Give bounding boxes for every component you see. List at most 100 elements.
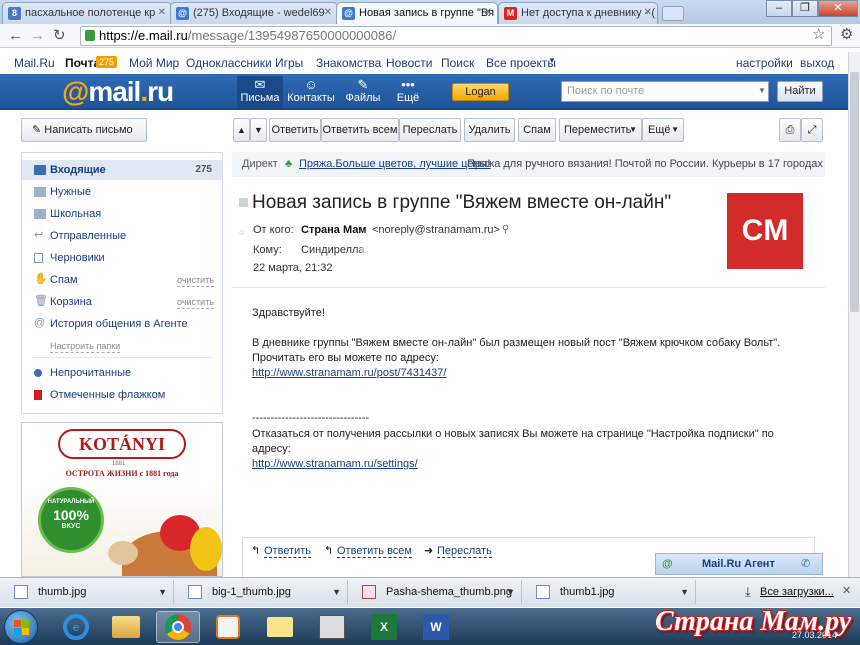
minimize-button[interactable]: – — [766, 0, 792, 17]
close-tab-icon[interactable]: ✕ — [644, 7, 652, 18]
topnav-dating[interactable]: Знакомства — [316, 56, 381, 70]
bookmark-star-icon[interactable]: ☆ — [812, 27, 825, 43]
chevron-down-icon[interactable]: ▼ — [332, 580, 341, 604]
next-message-button[interactable]: ▼ — [250, 118, 267, 142]
browser-tab-3-active[interactable]: @ Новая запись в группе "Вя ✕ — [336, 2, 498, 25]
kotanyi-logo: KOTÁNYI — [58, 429, 186, 459]
clean-trash-link[interactable]: очистить — [177, 296, 214, 309]
nav-contacts[interactable]: ☺ Контакты — [286, 78, 336, 105]
chrome-taskbar-icon[interactable] — [156, 611, 200, 643]
close-tab-icon[interactable]: ✕ — [324, 7, 332, 18]
reload-icon[interactable]: ↻ — [53, 28, 66, 43]
direct-link[interactable]: Пряжа.Больше цветов, лучшие цены! — [299, 152, 491, 177]
forward-icon[interactable]: → — [30, 28, 45, 43]
spam-button[interactable]: Спам — [518, 118, 556, 142]
read-status-icon[interactable]: ○ — [239, 227, 244, 237]
folder-needed[interactable]: Нужные — [22, 182, 222, 202]
folder-sent[interactable]: ↩ Отправленные — [22, 226, 222, 246]
more-actions-button[interactable]: Ещё ▼ — [642, 118, 684, 142]
filter-unread[interactable]: Непрочитанные — [22, 363, 222, 383]
find-button[interactable]: Найти — [777, 81, 823, 102]
topnav-mailru[interactable]: Mail.Ru — [14, 56, 55, 70]
browser-tab-4[interactable]: M Нет доступа к дневнику - ( ✕ — [498, 2, 658, 24]
filter-flagged[interactable]: Отмеченные флажком — [22, 385, 222, 405]
search-input[interactable]: Поиск по почте — [561, 81, 769, 102]
topnav-ok[interactable]: Одноклассники — [186, 56, 272, 70]
download-item[interactable]: thumb1.jpg ▼ — [526, 580, 696, 604]
prev-message-button[interactable]: ▲ — [233, 118, 250, 142]
search-icon[interactable]: ⚲ — [502, 224, 509, 235]
topnav-news[interactable]: Новости — [386, 56, 432, 70]
chevron-down-icon[interactable]: ▼ — [158, 580, 167, 604]
back-icon[interactable]: ← — [8, 28, 23, 43]
topnav-all-projects[interactable]: Все проекты — [486, 56, 556, 70]
mail-agent-taskbar-icon[interactable] — [258, 611, 302, 643]
maximize-button[interactable]: ❐ — [792, 0, 818, 17]
nav-more[interactable]: ••• Ещё — [383, 78, 433, 105]
post-link[interactable]: http://www.stranamam.ru/post/7431437/ — [252, 366, 446, 381]
folder-drafts[interactable]: Черновики — [22, 248, 222, 268]
settings-link[interactable]: http://www.stranamam.ru/settings/ — [252, 457, 418, 472]
all-downloads-link[interactable]: Все загрузки... — [760, 586, 834, 598]
topnav-moimir[interactable]: Мой Мир — [129, 56, 179, 70]
quick-reply-link[interactable]: Ответить — [264, 545, 312, 558]
mailru-logo[interactable]: @mail.ru — [62, 76, 174, 108]
browser-tab-2[interactable]: @ (275) Входящие - wedel69 ✕ — [170, 2, 338, 24]
scrollbar-thumb[interactable] — [850, 72, 859, 312]
folder-school[interactable]: Школьная — [22, 204, 222, 224]
nav-files[interactable]: ✎ Файлы — [338, 78, 388, 105]
address-bar[interactable]: https://e.mail.ru/message/13954987650000… — [80, 26, 832, 46]
move-button[interactable]: Переместить ▼ — [559, 118, 642, 142]
close-downloads-icon[interactable]: ✕ — [842, 584, 851, 597]
excel-taskbar-icon[interactable]: X — [362, 611, 406, 643]
quick-reply-all-link[interactable]: Ответить всем — [337, 545, 412, 558]
folder-agent-history[interactable]: @ История общения в Агенте — [22, 314, 222, 334]
word-taskbar-icon[interactable]: W — [414, 611, 458, 643]
compose-button[interactable]: ✎ Написать письмо — [21, 118, 147, 142]
close-tab-icon[interactable]: ✕ — [158, 7, 166, 18]
topnav-pochta[interactable]: Почта — [65, 56, 100, 70]
reply-all-button[interactable]: Ответить всем — [321, 118, 399, 142]
reply-button[interactable]: Ответить — [269, 118, 321, 142]
download-item[interactable]: big-1_thumb.jpg ▼ — [178, 580, 348, 604]
phone-icon[interactable]: ✆ — [801, 554, 810, 574]
mailru-agent-widget[interactable]: @ Mail.Ru Агент ✆ — [655, 553, 823, 575]
configure-folders-link[interactable]: Настроить папки — [50, 341, 121, 353]
new-tab-button[interactable] — [662, 6, 684, 21]
browser-tab-1[interactable]: 8 пасхальное полотенце кр ✕ — [2, 2, 172, 24]
media-taskbar-icon[interactable] — [206, 611, 250, 643]
logan-button[interactable]: Logan — [452, 83, 509, 101]
close-window-button[interactable]: ✕ — [818, 0, 858, 17]
chevron-down-icon[interactable]: ▼ — [680, 580, 689, 604]
wrench-menu-icon[interactable]: ⚙ — [840, 27, 853, 43]
download-item[interactable]: thumb.jpg ▼ — [4, 580, 174, 604]
ie-taskbar-icon[interactable]: e — [54, 611, 98, 643]
close-tab-icon[interactable]: ✕ — [484, 7, 492, 18]
search-dropdown-icon[interactable]: ▼ — [758, 86, 766, 95]
print-button[interactable]: ⎙ — [779, 118, 801, 142]
expand-button[interactable]: ⤢ — [801, 118, 823, 142]
sender-name[interactable]: Страна Мам — [301, 224, 367, 236]
folder-inbox[interactable]: Входящие 275 — [22, 160, 222, 180]
from-label: От кого: — [253, 224, 294, 236]
delete-button[interactable]: Удалить — [464, 118, 515, 142]
forward-button[interactable]: Переслать — [399, 118, 461, 142]
sender-email[interactable]: <noreply@stranamam.ru> — [372, 224, 500, 236]
topnav-search[interactable]: Поиск — [441, 56, 474, 70]
kotanyi-ad[interactable]: KOTÁNYI 1881 ОСТРОТА ЖИЗНИ с 1881 года Н… — [21, 422, 223, 577]
topnav-exit[interactable]: выход — [800, 56, 834, 70]
scanner-taskbar-icon[interactable] — [310, 611, 354, 643]
folder-spam[interactable]: ✋ Спам очистить — [22, 270, 222, 290]
chevron-down-icon[interactable]: ▼ — [506, 580, 515, 604]
download-item[interactable]: Pasha-shema_thumb.png ▼ — [352, 580, 522, 604]
windows-start-button[interactable] — [4, 610, 38, 644]
clean-spam-link[interactable]: очистить — [177, 274, 214, 287]
explorer-taskbar-icon[interactable] — [104, 611, 148, 643]
topnav-settings[interactable]: настройки — [736, 56, 793, 70]
quick-forward-link[interactable]: Переслать — [437, 545, 492, 558]
nav-letters[interactable]: ✉ Письма — [235, 78, 285, 105]
page-scrollbar[interactable] — [848, 52, 860, 577]
topnav-games[interactable]: Игры — [275, 56, 303, 70]
flag-toggle-icon[interactable] — [239, 198, 248, 207]
folder-trash[interactable]: 🗑 Корзина очистить — [22, 292, 222, 312]
